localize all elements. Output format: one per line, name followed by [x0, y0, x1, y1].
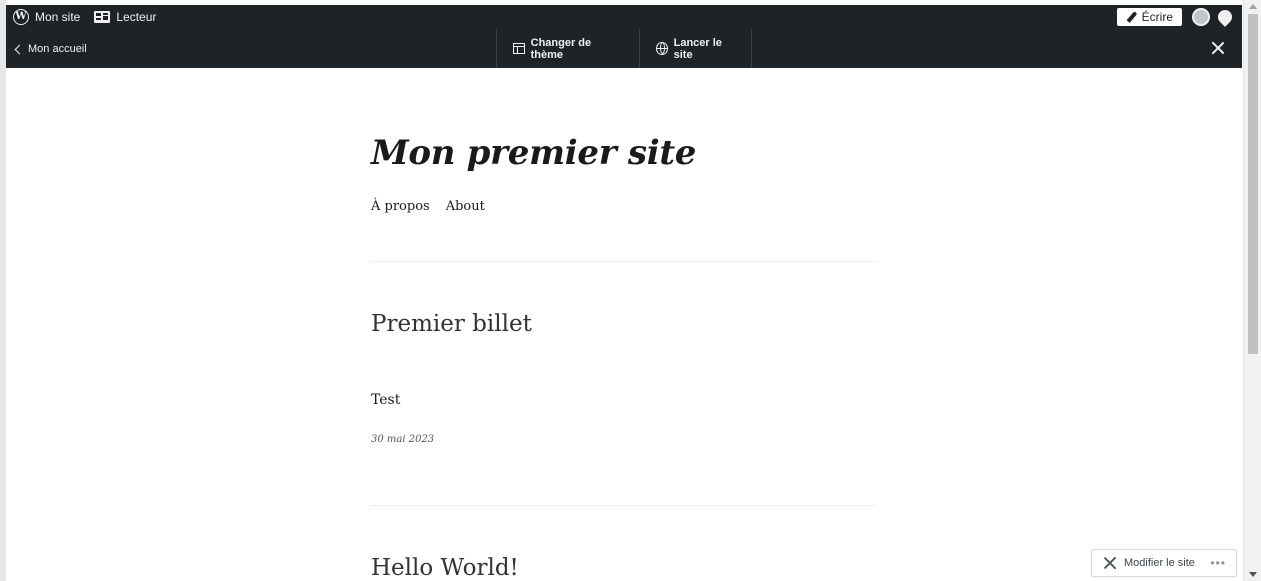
back-to-home-link[interactable]: Mon accueil: [14, 29, 87, 68]
post-title[interactable]: Premier billet: [371, 311, 532, 337]
reader-icon: [94, 11, 111, 23]
post-date[interactable]: 30 mai 2023: [371, 434, 434, 445]
more-options-icon[interactable]: •••: [1210, 556, 1226, 570]
wordpress-logo-icon: W: [13, 9, 29, 25]
nav-item-about[interactable]: About: [446, 199, 485, 214]
browser-frame: [0, 0, 1261, 581]
admin-bar: W Mon site Lecteur Écrire: [6, 5, 1242, 29]
reader-menu[interactable]: Lecteur: [87, 5, 163, 29]
notifications-icon[interactable]: [1215, 7, 1235, 27]
site-preview-toolbar: Mon accueil Changer de thème Lancer le s…: [6, 29, 1242, 68]
avatar[interactable]: [1192, 8, 1210, 26]
back-label: Mon accueil: [28, 42, 87, 55]
scroll-up-arrow-icon[interactable]: [1249, 4, 1257, 9]
write-label: Écrire: [1141, 10, 1173, 24]
change-theme-label: Changer de thème: [530, 36, 592, 61]
modify-site-button[interactable]: Modifier le site •••: [1091, 549, 1237, 577]
write-button[interactable]: Écrire: [1116, 8, 1182, 26]
site-title[interactable]: Mon premier site: [371, 133, 696, 173]
pen-icon: [1126, 12, 1137, 23]
post-title[interactable]: Hello World!: [371, 555, 519, 581]
reader-label: Lecteur: [116, 10, 157, 24]
scroll-thumb[interactable]: [1248, 14, 1258, 354]
site-navigation: À propos About: [371, 199, 485, 214]
tools-icon: [1102, 555, 1118, 571]
chevron-left-icon: [14, 44, 25, 54]
my-site-label: Mon site: [35, 10, 81, 24]
launch-site-button[interactable]: Lancer le site: [639, 29, 752, 68]
post-excerpt: Test: [371, 392, 401, 408]
modify-site-label: Modifier le site: [1124, 557, 1195, 569]
layout-icon: [513, 43, 525, 54]
change-theme-button[interactable]: Changer de thème: [496, 29, 639, 68]
close-icon[interactable]: [1208, 38, 1228, 58]
divider: [371, 505, 876, 506]
my-site-menu[interactable]: W Mon site: [6, 5, 87, 29]
scrollbar[interactable]: [1243, 0, 1261, 581]
divider: [371, 261, 876, 262]
launch-site-label: Lancer le site: [673, 36, 722, 61]
globe-icon: [656, 42, 668, 55]
nav-item-a-propos[interactable]: À propos: [371, 199, 430, 214]
scroll-down-arrow-icon[interactable]: [1249, 572, 1257, 577]
